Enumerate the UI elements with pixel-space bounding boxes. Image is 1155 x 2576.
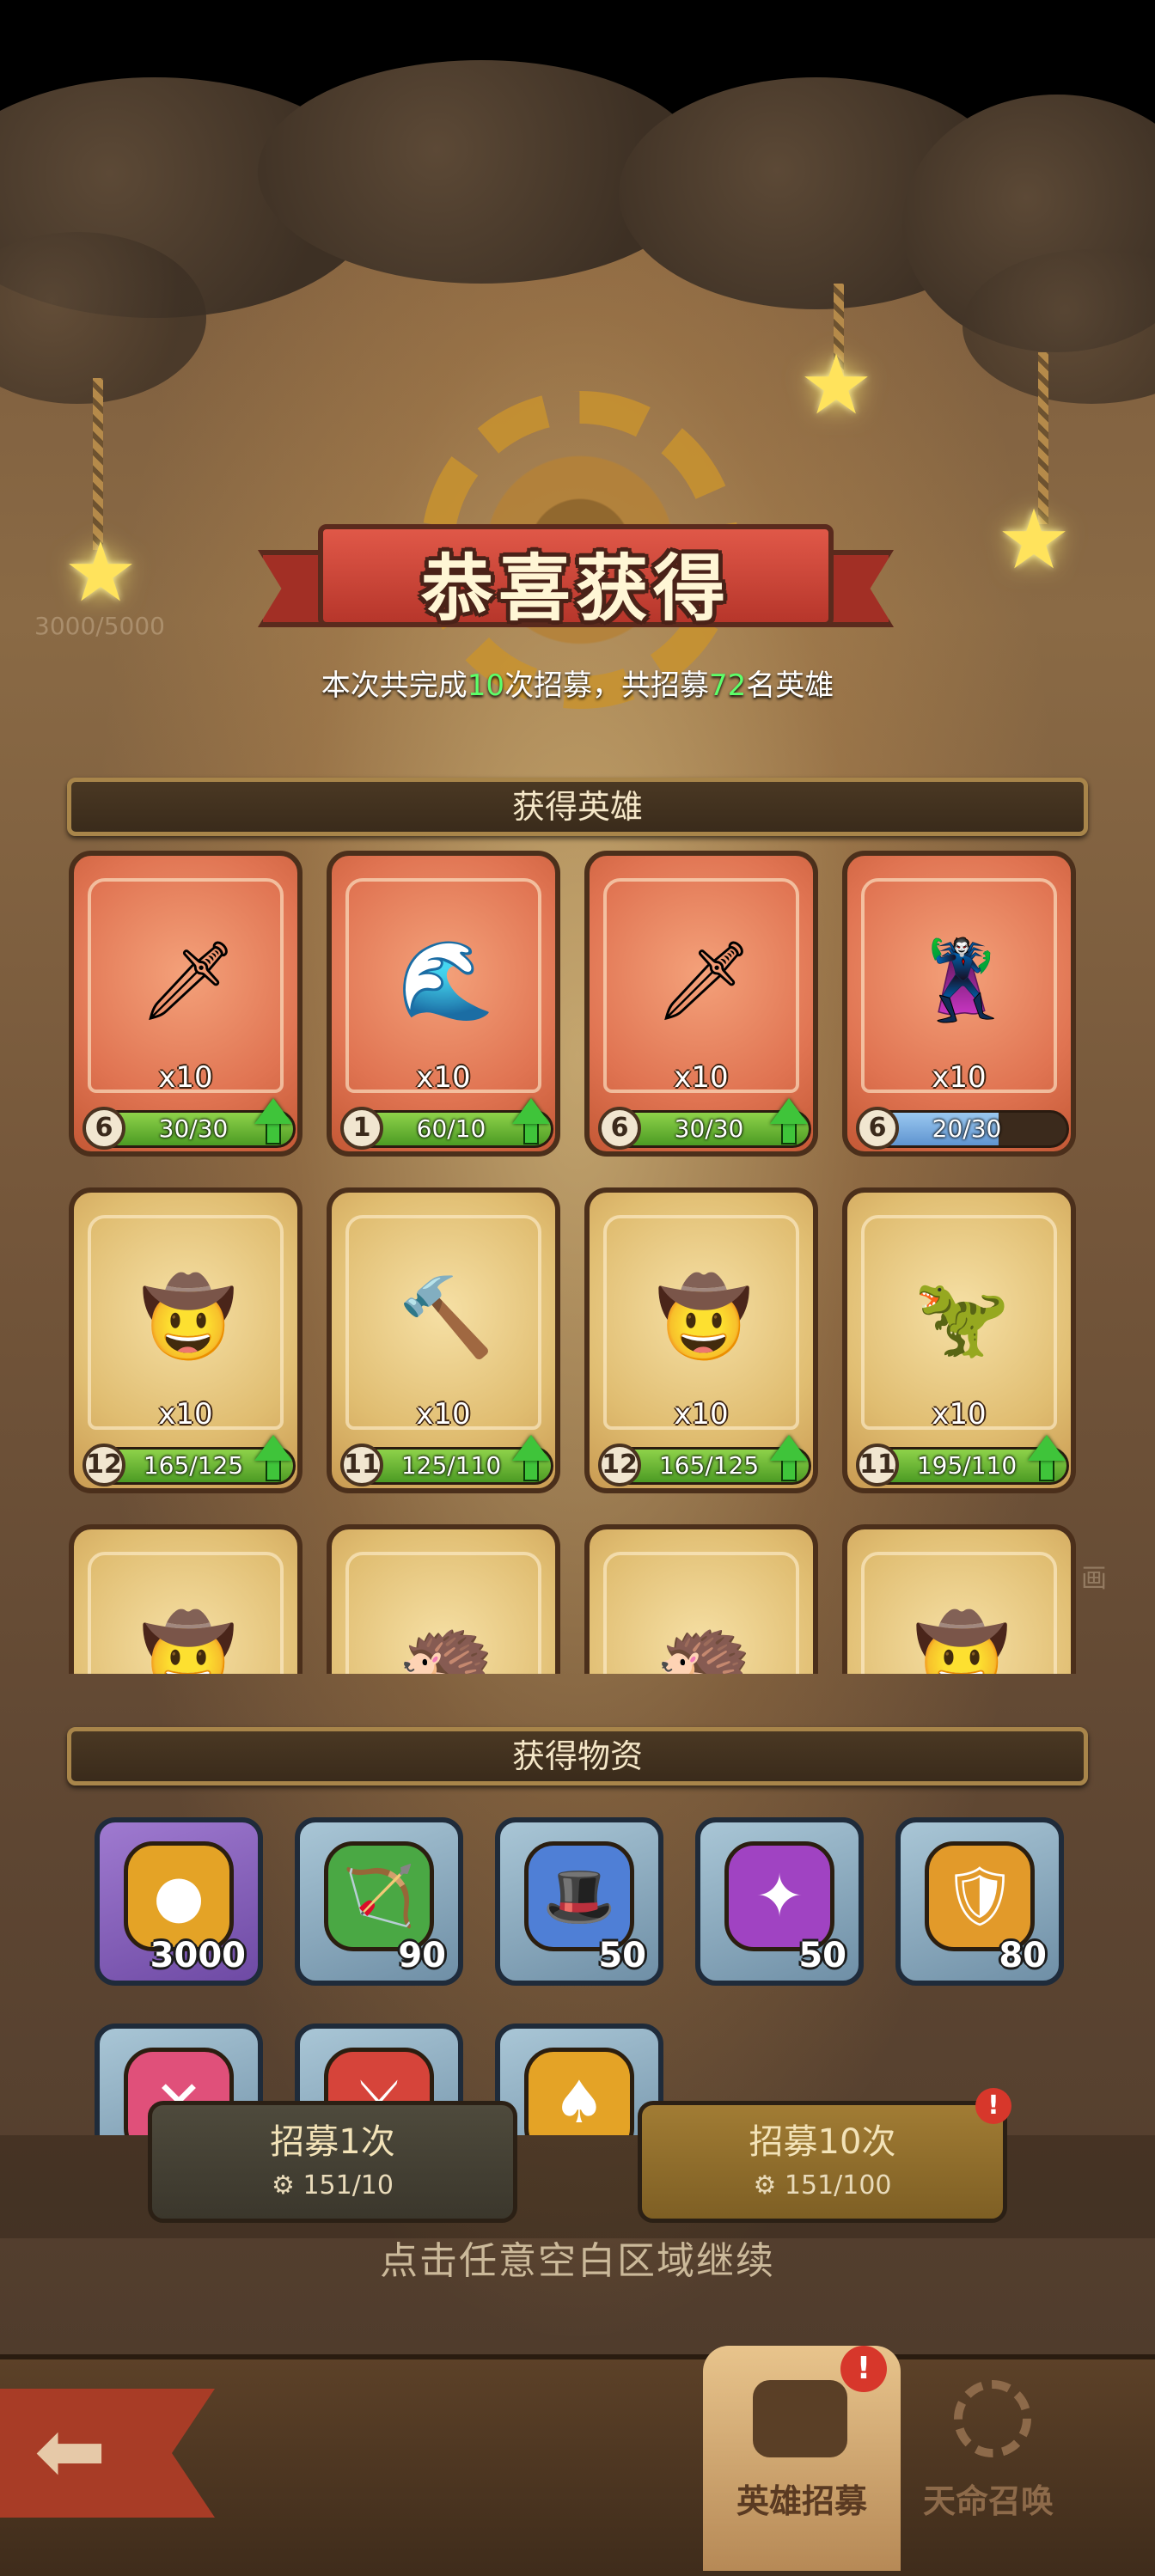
hero-card[interactable]: 🤠 (842, 1524, 1076, 1674)
notification-badge-icon: ! (840, 2346, 887, 2392)
gold-token-icon: ♠ (524, 2048, 634, 2135)
continue-hint[interactable]: 点击任意空白区域继续 (0, 2230, 1155, 2285)
item-slot[interactable]: 🛡 80 (895, 1817, 1064, 1986)
recruit-10-button[interactable]: 招募10次 ⚙ 151/100 ! (638, 2088, 1011, 2223)
star-icon: ★ (64, 524, 138, 620)
item-count: 50 (798, 1936, 846, 1975)
orange-shield-gem-icon: 🛡 (925, 1841, 1035, 1951)
hero-quantity: x10 (416, 1060, 471, 1095)
item-slot[interactable]: ● 3000 (95, 1817, 263, 1986)
upgrade-arrow-icon (512, 1435, 550, 1483)
hero-card[interactable]: 🗡 x10 30/30 6 (584, 851, 818, 1157)
shard-progress-text: 30/30 (674, 1114, 744, 1143)
blue-wizard-gem-icon: 🎩 (524, 1841, 634, 1951)
recruit-10-label: 招募10次 (749, 2122, 896, 2162)
tab-hero-recruit[interactable]: ! 英雄招募 (703, 2346, 901, 2571)
upgrade-arrow-icon (770, 1098, 808, 1146)
hero-level-badge: 12 (598, 1444, 641, 1486)
recruit-10-cost: ⚙ 151/100 (753, 2170, 892, 2201)
hero-portrait-icon: 🗡 (138, 935, 238, 1026)
wheel-icon (954, 2380, 1031, 2457)
hero-portrait-icon: 🗡 (654, 935, 754, 1026)
hero-portrait-icon: 🦖 (913, 1272, 1011, 1363)
tab-destiny-summon[interactable]: 天命召唤 (894, 2363, 1083, 2571)
hero-quantity: x10 (674, 1060, 729, 1095)
star-icon: ★ (997, 491, 1072, 588)
title-ribbon: 恭喜获得 (258, 516, 894, 636)
hero-portrait-icon: 🌊 (397, 935, 495, 1026)
shard-progress-text: 30/30 (158, 1114, 229, 1143)
upgrade-arrow-icon (770, 1435, 808, 1483)
hero-level-badge: 12 (82, 1444, 125, 1486)
hero-portrait-icon: 🔨 (397, 1272, 495, 1363)
gear-icon: ⚙ (753, 2170, 785, 2201)
tab-destiny-label: 天命召唤 (922, 2482, 1054, 2520)
star-icon: ★ (799, 337, 874, 433)
tab-hero-recruit-label: 英雄招募 (736, 2482, 867, 2520)
shard-progress-text: 60/10 (416, 1114, 486, 1143)
hero-level-badge: 1 (340, 1107, 383, 1150)
hero-card[interactable]: 🦹 x10 20/30 6 (842, 851, 1076, 1157)
hero-card[interactable]: 🦖 x10 195/110 11 (842, 1187, 1076, 1493)
hero-level-badge: 11 (340, 1444, 383, 1486)
item-count: 80 (999, 1936, 1047, 1975)
hero-card-grid[interactable]: 🗡 x10 30/30 6 🌊 x10 60/10 1 🗡 x10 30/30 6 🦹 x10 20/30 6… (60, 851, 1095, 1674)
background-counter: 3000/5000 (34, 612, 165, 640)
upgrade-arrow-icon (254, 1098, 292, 1146)
hero-portrait-icon: 🤠 (655, 1272, 753, 1363)
recruit-1-button[interactable]: 招募1次 ⚙ 151/10 (148, 2101, 517, 2223)
hero-quantity: x10 (674, 1397, 729, 1431)
hero-card[interactable]: 🤠 x10 165/125 12 (69, 1187, 302, 1493)
hero-quantity: x10 (932, 1060, 987, 1095)
hero-card[interactable]: 🤠 (69, 1524, 302, 1674)
hero-card[interactable]: 🗡 x10 30/30 6 (69, 851, 302, 1157)
item-slot[interactable]: ✦ 50 (695, 1817, 864, 1986)
shard-progress-text: 125/110 (400, 1451, 502, 1480)
hero-level-badge: 6 (598, 1107, 641, 1150)
hero-portrait-icon: 🦹 (913, 935, 1011, 1026)
item-slot[interactable]: 🎩 50 (495, 1817, 663, 1986)
recruit-1-label: 招募1次 (270, 2122, 395, 2162)
hero-card[interactable]: 🦔 (584, 1524, 818, 1674)
gear-icon: ⚙ (272, 2170, 303, 2201)
hero-level-badge: 11 (856, 1444, 899, 1486)
item-count: 90 (398, 1936, 446, 1975)
hero-quantity: x10 (158, 1060, 213, 1095)
heroes-section-header: 获得英雄 (67, 778, 1088, 836)
shard-progress-text: 20/30 (932, 1114, 1002, 1143)
item-count: 3000 (150, 1936, 246, 1975)
items-section-header: 获得物资 (67, 1727, 1088, 1785)
upgrade-arrow-icon (512, 1098, 550, 1146)
train-icon (753, 2380, 847, 2457)
arrow-left-icon: ⬅ (34, 2401, 107, 2501)
hero-level-badge: 6 (82, 1107, 125, 1150)
green-bow-gem-icon: 🏹 (324, 1841, 434, 1951)
purple-shuriken-gem-icon: ✦ (724, 1841, 834, 1951)
shard-progress-text: 195/110 (916, 1451, 1018, 1480)
hero-card[interactable]: 🤠 x10 165/125 12 (584, 1187, 818, 1493)
gold-coin-icon: ● (124, 1841, 234, 1951)
hero-quantity: x10 (158, 1397, 213, 1431)
hero-level-badge: 6 (856, 1107, 899, 1150)
hero-card[interactable]: 🦔 (327, 1524, 560, 1674)
recruit-1-cost: ⚙ 151/10 (272, 2170, 394, 2201)
hero-card[interactable]: 🔨 x10 125/110 11 (327, 1187, 560, 1493)
item-count: 50 (598, 1936, 646, 1975)
hero-portrait-icon: 🤠 (139, 1272, 237, 1363)
upgrade-arrow-icon (1028, 1435, 1066, 1483)
notification-badge-icon: ! (975, 2088, 1011, 2124)
recruit-summary: 本次共完成10次招募，共招募72名英雄 (321, 668, 834, 703)
page-title: 恭喜获得 (420, 546, 730, 631)
hero-quantity: x10 (416, 1397, 471, 1431)
shard-progress-text: 165/125 (143, 1451, 244, 1480)
upgrade-arrow-icon (254, 1435, 292, 1483)
hero-quantity: x10 (932, 1397, 987, 1431)
hero-card[interactable]: 🌊 x10 60/10 1 (327, 851, 560, 1157)
shard-progress-text: 165/125 (658, 1451, 760, 1480)
item-slot[interactable]: 🏹 90 (295, 1817, 463, 1986)
item-grid[interactable]: ●3000🏹90🎩50✦50🛡80✕⚔♠ (86, 1817, 1083, 2135)
